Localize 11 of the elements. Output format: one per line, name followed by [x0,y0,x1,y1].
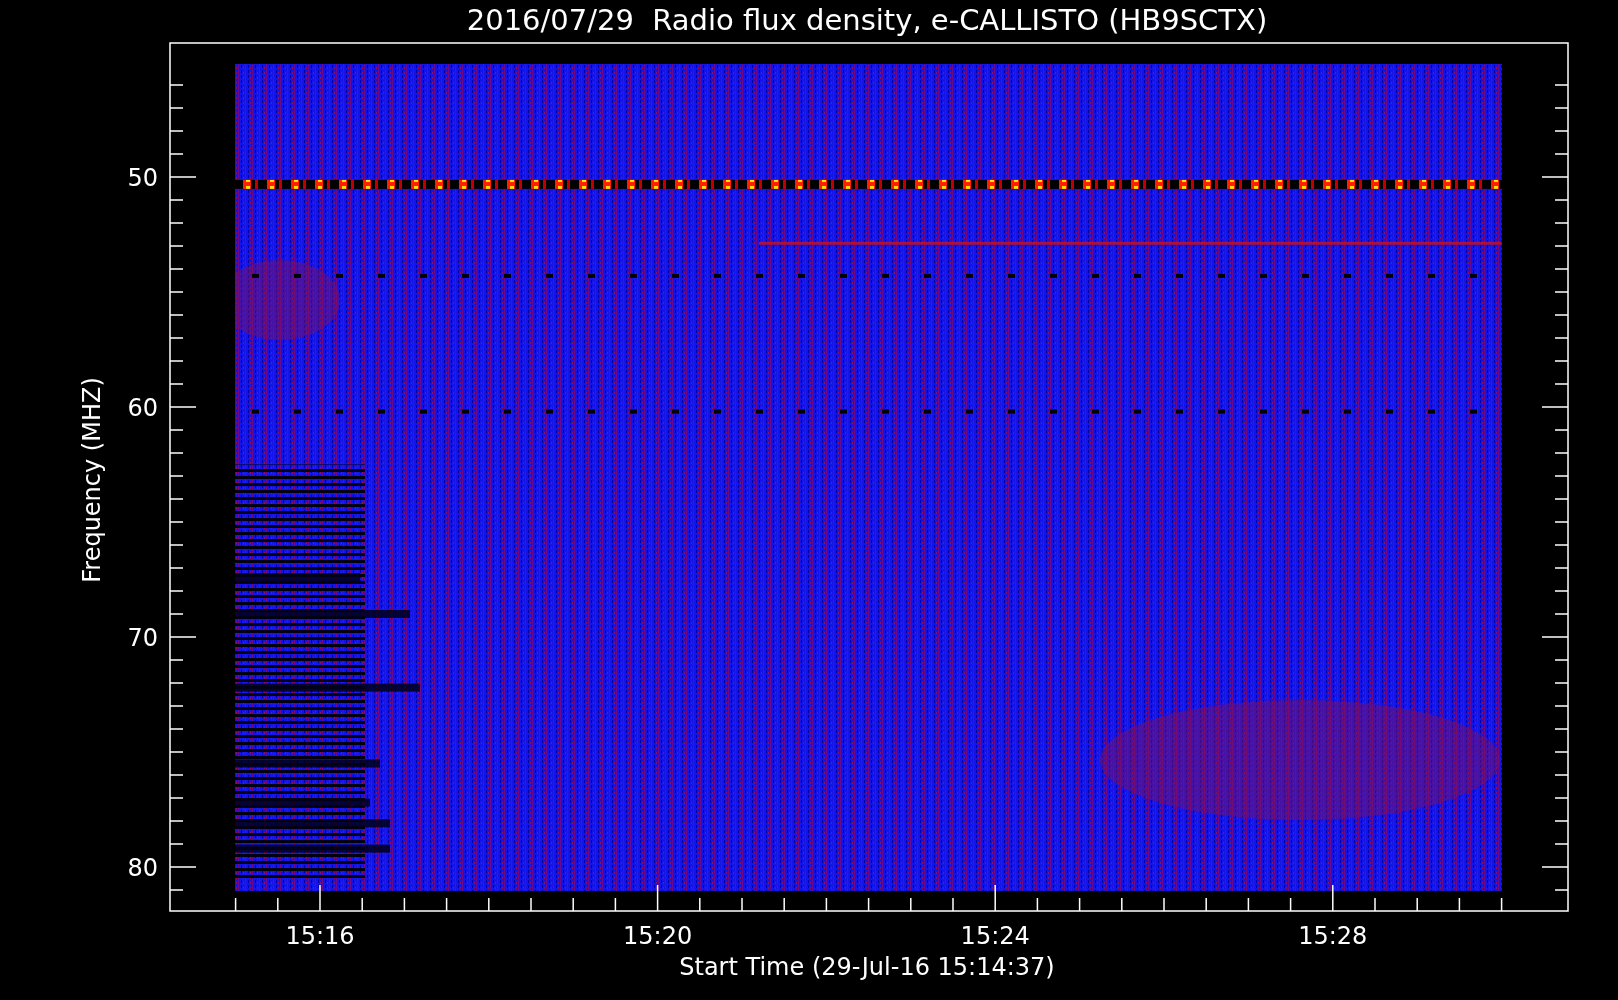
y-tick-label: 80 [127,854,158,882]
x-tick-label: 15:28 [1298,922,1368,950]
x-tick-label: 15:16 [285,922,355,950]
y-tick-label: 70 [127,624,158,652]
y-tick-label: 60 [127,394,158,422]
y-axis-label: Frequency (MHZ) [78,377,106,583]
chart-title: 2016/07/29 Radio flux density, e-CALLISTO (HB9SCTX) [466,3,1268,37]
x-tick-label: 15:20 [623,922,693,950]
y-tick-label: 50 [127,164,158,192]
x-axis-label: Start Time (29-Jul-16 15:14:37) [679,953,1055,981]
x-tick-label: 15:24 [960,922,1030,950]
